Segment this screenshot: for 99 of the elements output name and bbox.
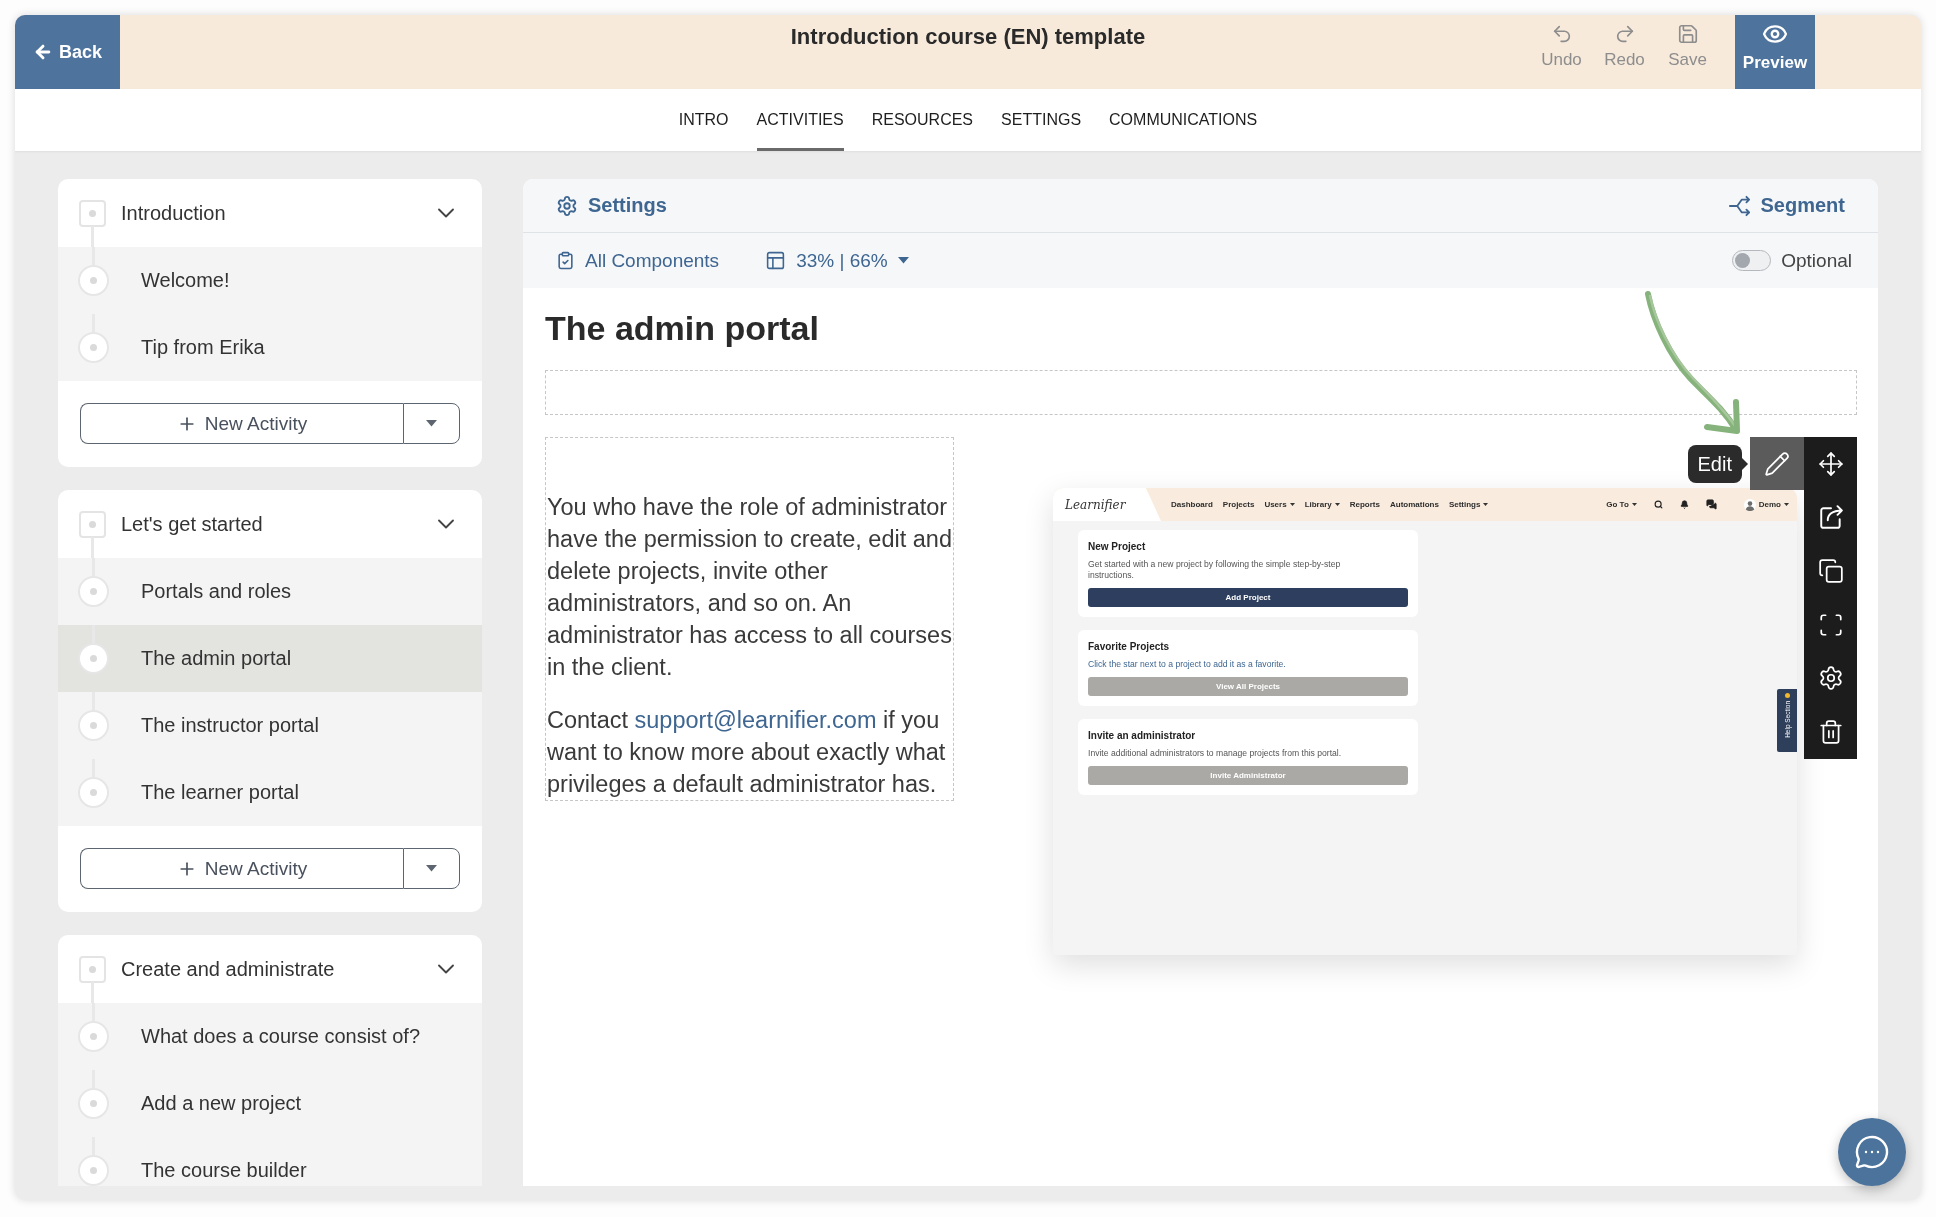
card-title: New Project <box>1088 540 1147 554</box>
layout-icon <box>765 250 787 271</box>
tab[interactable]: INTRO <box>678 89 729 151</box>
tab[interactable]: COMMUNICATIONS <box>1109 89 1258 151</box>
dropdown-toggle-button[interactable] <box>403 848 460 889</box>
course-title: Introduction course (EN) template <box>790 23 1146 51</box>
settings-icon <box>1817 665 1844 692</box>
segment-link[interactable]: Segment <box>1728 194 1845 217</box>
activity-title: Welcome! <box>141 269 230 292</box>
tab[interactable]: ACTIVITIES <box>756 89 844 151</box>
activity-item[interactable]: The instructor portal <box>58 692 482 759</box>
hint-link[interactable]: Click the star next to a project to add it as a favorite. <box>1088 659 1383 670</box>
activity-title: Add a new project <box>141 1092 302 1115</box>
user-menu[interactable]: Demo <box>1743 498 1789 511</box>
paragraph: You who have the role of administrator have the permission to create, edit and delete projects, invite other administrators, and so on. An administrator has access to all courses in the client. <box>547 493 953 682</box>
chat-bubble-icon <box>1854 1134 1890 1170</box>
activity-title: Tip from Erika <box>141 336 265 359</box>
goto-menu[interactable]: Go To <box>1606 500 1637 509</box>
activity-item[interactable]: What does a course consist of? <box>58 1003 482 1070</box>
activity-item[interactable]: Add a new project <box>58 1070 482 1137</box>
activity-title: The learner portal <box>141 781 299 804</box>
caret-icon <box>1631 503 1637 506</box>
step-marker-icon <box>78 643 109 674</box>
section-title[interactable]: Introduction <box>121 201 432 225</box>
move-icon <box>1817 450 1844 477</box>
nav-link[interactable]: Library <box>1304 500 1340 509</box>
card-button[interactable]: Add Project <box>1088 588 1408 607</box>
caret-icon <box>1784 503 1789 506</box>
search-icon[interactable] <box>1653 500 1663 509</box>
activity-item[interactable]: Portals and roles <box>58 558 482 625</box>
trash-icon <box>1817 718 1844 745</box>
branch-icon <box>1728 194 1751 217</box>
bell-icon[interactable] <box>1679 500 1689 509</box>
activity-item[interactable]: Welcome! <box>58 247 482 314</box>
step-marker-icon <box>78 1021 109 1052</box>
section-title[interactable]: Create and administrate <box>121 957 432 981</box>
settings-link[interactable]: Settings <box>556 194 667 217</box>
logo: Learnifier <box>1053 488 1161 521</box>
step-marker-icon <box>78 576 109 607</box>
page-heading: The admin portal <box>545 308 820 348</box>
nav-link[interactable]: Automations <box>1390 500 1439 509</box>
preview-button[interactable]: Preview <box>1735 15 1815 89</box>
step-marker-icon <box>78 265 109 296</box>
paragraph: Contact support@learnifier.com if you want to know more about exactly what privileges a default administrator has. <box>547 706 947 799</box>
toggle-label: Optional <box>1781 249 1852 272</box>
step-marker-icon <box>78 777 109 808</box>
edit-button[interactable] <box>1750 437 1804 490</box>
save-icon <box>1676 23 1699 45</box>
tab[interactable]: SETTINGS <box>1001 89 1082 151</box>
activity-title: The instructor portal <box>141 714 319 737</box>
caret-icon <box>897 257 909 264</box>
back-button[interactable]: Back <box>15 15 120 89</box>
activity-item[interactable]: The learner portal <box>58 759 482 826</box>
new-activity-button[interactable]: New Activity <box>80 848 403 889</box>
dropdown-toggle-button[interactable] <box>403 403 460 444</box>
fullscreen-icon <box>1817 611 1844 638</box>
section-marker-icon <box>79 510 106 538</box>
step-marker-icon <box>78 710 109 741</box>
section-title[interactable]: Let's get started <box>121 512 432 536</box>
tooltip: Edit <box>1687 445 1748 483</box>
section-marker-icon <box>79 199 106 227</box>
step-marker-icon <box>78 1088 109 1119</box>
activity-title: The admin portal <box>141 647 292 670</box>
avatar-icon <box>1743 498 1756 511</box>
activity-item[interactable]: The course builder <box>58 1137 482 1186</box>
dot-icon <box>1784 693 1790 698</box>
step-marker-icon <box>78 332 109 363</box>
email-link[interactable]: support@learnifier.com <box>634 707 877 733</box>
activity-item[interactable]: Tip from Erika <box>58 314 482 381</box>
section-marker-icon <box>79 955 106 983</box>
chat-button[interactable] <box>1838 1118 1906 1186</box>
card-text: Get started with a new project by following the simple step-by-step instructions. <box>1088 559 1342 581</box>
new-activity-button[interactable]: New Activity <box>80 403 403 444</box>
components-link[interactable]: All Components <box>556 249 720 272</box>
share-icon <box>1817 504 1844 531</box>
caret-icon <box>426 865 437 872</box>
activity-title: Portals and roles <box>141 580 292 603</box>
nav-link[interactable]: Settings <box>1448 500 1489 509</box>
nav-link[interactable]: Dashboard <box>1171 500 1213 509</box>
chat-icon[interactable] <box>1705 499 1717 510</box>
card-title: Favorite Projects <box>1088 640 1171 654</box>
arrow-left-icon <box>33 42 53 62</box>
nav-link[interactable]: Projects <box>1222 500 1255 509</box>
settings-icon <box>556 194 578 217</box>
nav-link[interactable]: Users <box>1264 500 1295 509</box>
clipboard-check-icon <box>556 251 575 270</box>
layout-dropdown[interactable]: 33% | 66% <box>765 249 909 272</box>
card-text: Invite additional administrators to manage projects from this portal. <box>1088 748 1343 759</box>
pencil-icon <box>1764 450 1790 477</box>
optional-toggle[interactable] <box>1732 250 1772 271</box>
activity-item[interactable]: The admin portal <box>58 625 482 692</box>
tab[interactable]: RESOURCES <box>871 89 974 151</box>
nav-link[interactable]: Reports <box>1349 500 1380 509</box>
activity-title: The course builder <box>141 1159 307 1182</box>
step-marker-icon <box>78 1155 109 1186</box>
copy-icon <box>1817 558 1844 584</box>
activity-title: What does a course consist of? <box>141 1025 421 1048</box>
card-title: Invite an administrator <box>1088 729 1197 743</box>
caret-icon <box>426 420 437 427</box>
